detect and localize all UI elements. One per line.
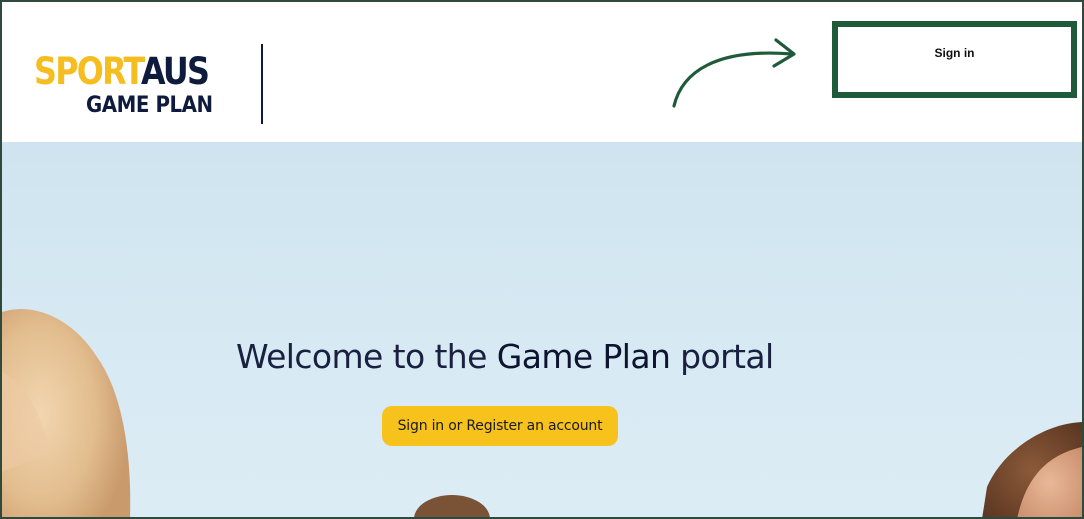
hero-banner: Welcome to the Game Plan portal Sign in … — [2, 142, 1082, 517]
page-frame: SPORTAUS GAME PLAN Sign in Welcome to th… — [0, 0, 1084, 519]
hero-background-image — [2, 309, 1082, 517]
hero-title: Welcome to the Game Plan portal — [236, 337, 856, 377]
sign-in-register-label: Sign in or Register an account — [397, 418, 603, 434]
sign-in-button[interactable]: Sign in — [832, 21, 1077, 98]
logo-sport-text: SPORT — [34, 50, 143, 93]
site-header: SPORTAUS GAME PLAN Sign in — [2, 2, 1082, 142]
logo-subtitle: GAME PLAN — [86, 93, 213, 118]
hero-title-part1: Welcome to the — [236, 337, 497, 376]
logo-aus-text: AUS — [141, 50, 210, 93]
hero-title-part3: portal — [670, 337, 774, 376]
header-divider — [261, 44, 263, 124]
hero-title-highlight: Game Plan — [496, 337, 671, 376]
sign-in-label: Sign in — [934, 46, 975, 60]
sportaus-game-plan-logo[interactable]: SPORTAUS GAME PLAN — [34, 52, 234, 122]
sign-in-register-button[interactable]: Sign in or Register an account — [382, 406, 618, 446]
logo-wordmark: SPORTAUS — [34, 50, 210, 93]
curved-arrow-icon — [672, 38, 796, 108]
